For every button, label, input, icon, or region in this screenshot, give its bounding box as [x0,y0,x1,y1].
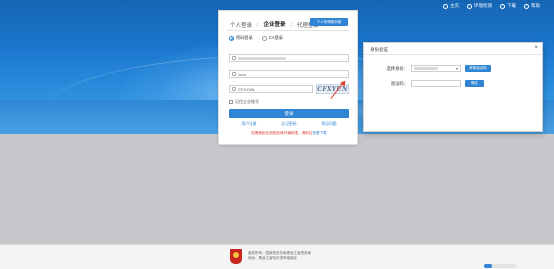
tab-separator: | [257,22,259,28]
chevron-down-icon: ▾ [455,66,458,71]
nav-env-check-label: 环境检测 [474,3,492,8]
top-nav: 主页 环境检测 下载 帮助 [443,3,540,9]
login-panel: 个人登录 | 企业登录 | 代理登录 个人所得税申报 密码登录 CA登录 •••… [218,10,358,145]
password-mask: •••••• [238,71,247,77]
get-code-button[interactable]: 获取验证码 [465,65,491,72]
dialog-header: 身份验证 × [364,43,542,55]
radio-password-label: 密码登录 [236,35,253,40]
shield-icon [232,87,236,91]
user-icon [232,56,236,60]
confirm-button[interactable]: 确定 [465,80,484,87]
login-method: 密码登录 CA登录 [229,35,283,41]
login-links: 用户注册 忘记密码 常见问题 [229,122,349,127]
dialog-title: 身份验证 [370,47,388,52]
register-link[interactable]: 用户注册 [241,122,256,127]
nav-download[interactable]: 下载 [500,3,516,9]
captcha-input-value: CFXYUN [238,86,255,92]
nav-env-check[interactable]: 环境检测 [467,3,492,9]
checkbox-box [229,100,233,104]
remember-account-checkbox[interactable]: 记住企业账号 [229,99,259,105]
radio-password-login[interactable]: 密码登录 [229,35,253,41]
nav-help-label: 帮助 [531,3,540,8]
code-row: 验证码： 确定 [384,80,484,87]
login-button[interactable]: 登录 [229,109,349,118]
globe-icon [467,3,472,9]
warning-text: 如需使用应到税务局开通权限，请前往 [251,131,313,135]
verification-code-input[interactable] [411,80,461,87]
tab-divider [227,30,349,31]
redacted-identity [414,67,438,70]
nav-download-label: 下载 [507,3,516,8]
lock-icon [232,72,236,76]
radio-dot-checked [229,35,234,41]
faq-link[interactable]: 常见问题 [321,122,336,127]
remember-label: 记住企业账号 [235,99,259,104]
footer-line-2: 地址：黑龙江省哈尔滨市南岗区 [248,256,297,260]
personal-tax-button[interactable]: 个人所得税申报 [310,18,348,26]
code-label: 验证码： [390,80,408,86]
download-icon [500,3,505,9]
identity-row: 选择身份： ▾ 获取验证码 [384,65,491,72]
captcha-input[interactable]: CFXYUN [229,85,313,93]
password-input[interactable]: •••••• [229,70,349,78]
warning-notice: 如需使用应到税务局开通权限，请前往查看下载 [223,131,355,136]
nav-home-label: 主页 [450,3,459,8]
verification-dialog: 身份验证 × 选择身份： ▾ 获取验证码 验证码： 确定 [363,42,543,132]
nav-help[interactable]: 帮助 [524,3,540,9]
identity-select[interactable]: ▾ [411,65,461,72]
redacted-username [238,56,286,60]
radio-dot [261,35,267,41]
radio-ca-label: CA登录 [268,35,283,40]
footer-text: 版权所有：国家税务总局黑龙江省税务局 地址：黑龙江省哈尔滨市南岗区 [248,251,311,261]
footer-toggle[interactable] [484,264,516,268]
forgot-password-link[interactable]: 忘记密码 [281,122,296,127]
close-icon[interactable]: × [534,45,538,51]
radio-ca-login[interactable]: CA登录 [261,35,283,41]
warning-link[interactable]: 查看下载 [312,131,326,135]
home-icon [443,3,448,9]
tab-personal-login[interactable]: 个人登录 [229,20,253,31]
nav-home[interactable]: 主页 [443,3,459,9]
tab-separator: | [290,22,292,28]
tax-emblem-icon [230,249,242,264]
username-input[interactable] [229,54,349,62]
identity-label: 选择身份： [386,65,408,71]
help-icon [524,3,529,9]
